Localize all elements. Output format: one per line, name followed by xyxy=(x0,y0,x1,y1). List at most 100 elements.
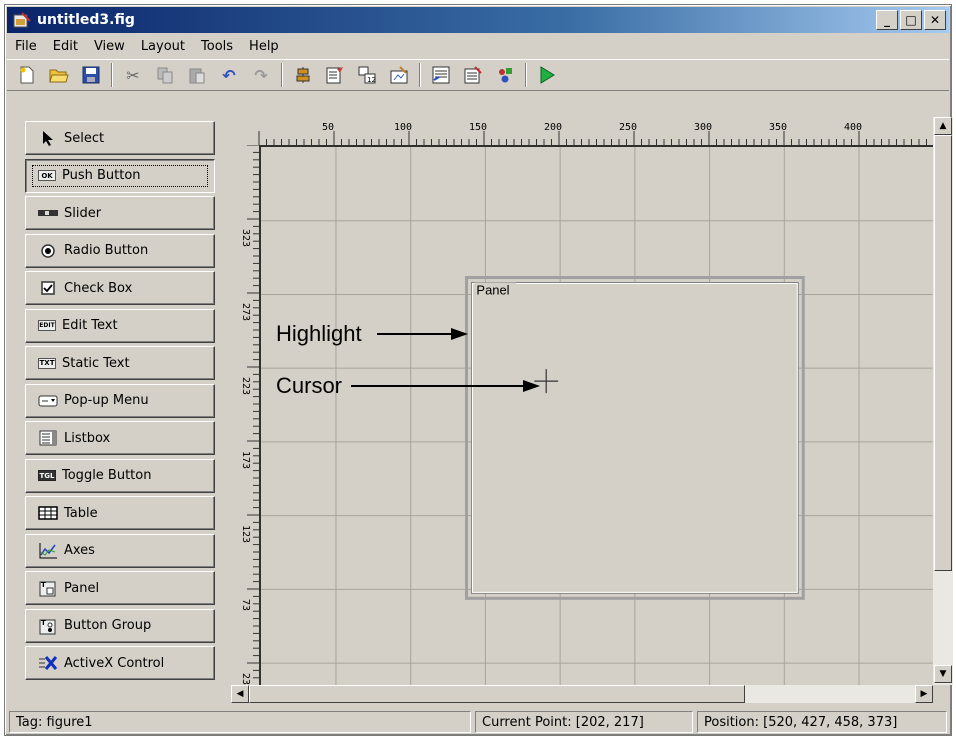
scroll-up-button[interactable]: ▲ xyxy=(934,117,952,135)
horizontal-scrollbar[interactable]: ◀ ▶ xyxy=(231,685,933,703)
ruler-label: 250 xyxy=(619,122,637,133)
palette-label: Axes xyxy=(64,543,95,558)
property-inspector-button[interactable] xyxy=(461,63,485,87)
horizontal-scroll-thumb[interactable] xyxy=(249,685,745,703)
open-button[interactable] xyxy=(47,63,71,87)
cursor-arrow-icon xyxy=(351,380,540,392)
palette-label: Check Box xyxy=(64,280,133,296)
down-arrow-icon: ▼ xyxy=(939,669,947,679)
popup-menu-icon xyxy=(38,394,58,408)
palette-label: Radio Button xyxy=(64,243,149,258)
palette-check-box[interactable]: Check Box xyxy=(25,271,215,305)
close-button[interactable]: ✕ xyxy=(924,10,946,30)
edit-text-icon: EDIT xyxy=(38,320,56,331)
palette-select[interactable]: Select xyxy=(25,121,215,155)
title-bar[interactable]: untitled3.fig _ □ ✕ xyxy=(7,7,949,33)
check-box-icon xyxy=(38,281,58,295)
toolbar-separator xyxy=(281,63,283,87)
vertical-scrollbar[interactable]: ▲ ▼ xyxy=(933,117,953,685)
palette-push-button[interactable]: OK Push Button xyxy=(25,158,215,193)
right-arrow-icon: ▶ xyxy=(920,689,928,699)
palette-button-group[interactable]: T Button Group xyxy=(25,608,215,643)
menu-help[interactable]: Help xyxy=(241,39,287,54)
menu-tools[interactable]: Tools xyxy=(193,39,241,54)
scroll-left-button[interactable]: ◀ xyxy=(231,685,249,703)
palette-table[interactable]: Table xyxy=(25,496,215,530)
menu-file[interactable]: File xyxy=(7,39,45,54)
status-tag: Tag: figure1 xyxy=(9,711,471,733)
toolbar-separator xyxy=(419,63,421,87)
object-browser-icon xyxy=(499,68,512,83)
scroll-down-button[interactable]: ▼ xyxy=(934,665,952,683)
toolbar-separator xyxy=(525,63,527,87)
palette-label: Button Group xyxy=(64,618,152,633)
align-objects-button[interactable] xyxy=(291,63,315,87)
redo-button[interactable]: ↷ xyxy=(249,63,273,87)
palette-popup-menu[interactable]: Pop-up Menu xyxy=(25,383,215,418)
menu-view[interactable]: View xyxy=(86,39,133,54)
arrow-cursor-icon xyxy=(38,131,58,146)
ruler-label: 273 xyxy=(240,303,251,321)
left-ruler: 323 273 223 173 123 73 23 xyxy=(240,145,259,685)
slider-icon xyxy=(38,206,58,220)
palette-static-text[interactable]: TXT Static Text xyxy=(25,346,215,380)
palette-radio-button[interactable]: Radio Button xyxy=(25,233,215,268)
palette-activex-control[interactable]: ActiveX Control xyxy=(25,646,215,680)
undo-icon: ↶ xyxy=(222,65,236,85)
menu-edit[interactable]: Edit xyxy=(45,39,86,54)
minimize-icon: _ xyxy=(884,13,890,27)
status-bar: Tag: figure1 Current Point: [202, 217] P… xyxy=(7,709,949,733)
menu-editor-icon xyxy=(326,67,343,84)
menu-layout[interactable]: Layout xyxy=(133,39,193,54)
table-icon xyxy=(38,506,58,520)
panel-component[interactable]: Panel xyxy=(464,276,805,600)
align-icon xyxy=(296,67,310,83)
cursor-annotation: Cursor xyxy=(276,373,343,398)
top-ruler: 50 100 150 200 250 300 350 400 xyxy=(258,122,927,145)
cut-button[interactable]: ✂ xyxy=(121,63,145,87)
button-group-icon: T xyxy=(38,619,58,634)
toolbar: ✂ ↶ ↷ 12 xyxy=(7,59,949,91)
status-position: Position: [520, 427, 458, 373] xyxy=(697,711,947,733)
palette-label: Select xyxy=(64,130,105,146)
maximize-icon: □ xyxy=(905,13,917,27)
ruler-label: 350 xyxy=(769,122,787,133)
ruler-label: 23 xyxy=(240,673,251,685)
tab-order-icon: 12 xyxy=(358,66,376,84)
palette-panel[interactable]: T Panel xyxy=(25,571,215,605)
mfile-editor-icon xyxy=(432,66,450,84)
toolbar-editor-button[interactable] xyxy=(387,63,411,87)
layout-area[interactable]: 50 100 150 200 250 300 350 400 323 273 2… xyxy=(231,117,933,685)
minimize-button[interactable]: _ xyxy=(876,10,898,30)
copy-button[interactable] xyxy=(153,63,177,87)
mfile-editor-button[interactable] xyxy=(429,63,453,87)
palette-toggle-button[interactable]: TGL Toggle Button xyxy=(25,458,215,493)
new-file-button[interactable] xyxy=(15,63,39,87)
menu-editor-button[interactable] xyxy=(323,63,347,87)
toggle-button-icon: TGL xyxy=(38,470,56,481)
vertical-scroll-thumb[interactable] xyxy=(934,135,952,571)
toolbar-editor-icon xyxy=(390,66,408,84)
maximize-button[interactable]: □ xyxy=(900,10,922,30)
property-inspector-icon xyxy=(464,66,482,84)
save-icon xyxy=(82,66,100,84)
cut-icon: ✂ xyxy=(126,65,140,85)
palette-slider[interactable]: Slider xyxy=(25,196,215,230)
figure-canvas[interactable]: Panel xyxy=(259,145,933,685)
palette-label: Pop-up Menu xyxy=(64,393,149,408)
paste-icon xyxy=(189,68,205,84)
paste-button[interactable] xyxy=(185,63,209,87)
tab-order-button[interactable]: 12 xyxy=(355,63,379,87)
palette-listbox[interactable]: Listbox xyxy=(25,421,215,455)
run-figure-button[interactable] xyxy=(535,63,559,87)
palette-edit-text[interactable]: EDIT Edit Text xyxy=(25,308,215,343)
palette-axes[interactable]: Axes xyxy=(25,533,215,568)
undo-button[interactable]: ↶ xyxy=(217,63,241,87)
scroll-right-button[interactable]: ▶ xyxy=(915,685,933,703)
panel-icon: T xyxy=(38,581,58,597)
palette-label: Listbox xyxy=(64,430,111,446)
redo-icon: ↷ xyxy=(254,65,268,85)
object-browser-button[interactable] xyxy=(493,63,517,87)
save-button[interactable] xyxy=(79,63,103,87)
ruler-label: 123 xyxy=(240,525,251,543)
